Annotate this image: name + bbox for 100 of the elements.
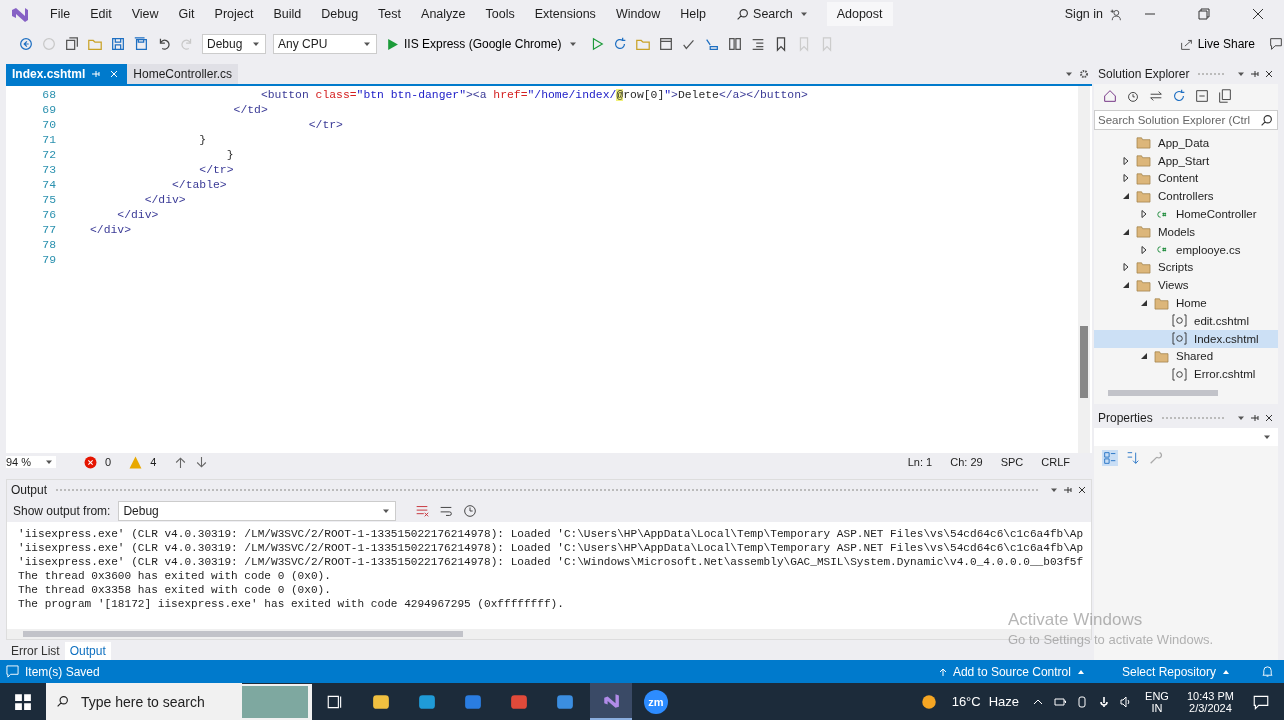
file-explorer-icon[interactable] — [372, 692, 390, 711]
save-all-icon[interactable] — [133, 36, 149, 52]
clock-time[interactable]: 10:43 PM — [1186, 689, 1234, 702]
account-icon[interactable] — [1109, 7, 1122, 21]
scrollbar[interactable] — [1078, 86, 1090, 453]
tree-item[interactable]: Scripts — [1094, 258, 1278, 277]
tree-item[interactable]: Controllers — [1094, 187, 1278, 206]
caret-icon[interactable] — [1237, 70, 1245, 78]
caret-icon[interactable] — [569, 40, 578, 48]
tree-item[interactable]: Models — [1094, 223, 1278, 241]
panel-tab[interactable]: Output — [64, 642, 111, 660]
menu-item[interactable]: Analyze — [411, 7, 476, 21]
source-control-button[interactable]: Add to Source Control — [929, 663, 1094, 680]
menu-item[interactable]: Test — [368, 7, 412, 21]
tree-item[interactable]: Shared — [1094, 347, 1278, 366]
repository-button[interactable]: Select Repository — [1115, 663, 1239, 680]
input-region[interactable]: IN — [1151, 701, 1163, 714]
tree-item[interactable]: Content — [1094, 169, 1278, 188]
collapsed-arrow-icon[interactable] — [1122, 263, 1130, 272]
expanded-arrow-icon[interactable] — [1122, 281, 1130, 290]
caret-icon[interactable] — [1263, 433, 1271, 441]
menu-item[interactable]: Build — [263, 7, 312, 21]
close-icon[interactable] — [1265, 70, 1273, 78]
columns-icon[interactable] — [727, 36, 744, 52]
down-arrow-icon[interactable] — [195, 455, 209, 469]
pin-icon[interactable] — [1251, 70, 1259, 78]
search-field[interactable]: Search Solution Explorer (Ctrl — [1094, 110, 1278, 130]
tree-item[interactable]: emplooye.cs — [1094, 240, 1278, 259]
search-button[interactable]: Search — [726, 7, 821, 21]
close-icon[interactable] — [1078, 486, 1086, 494]
menu-item[interactable]: Edit — [80, 7, 122, 21]
pin-icon[interactable] — [1251, 414, 1259, 422]
collapse-all-icon[interactable] — [1194, 88, 1210, 104]
pin-icon[interactable] — [1064, 486, 1072, 494]
feedback-icon[interactable] — [1268, 36, 1284, 52]
collapsed-arrow-icon[interactable] — [1140, 245, 1148, 254]
up-arrow-icon[interactable] — [938, 667, 947, 676]
menu-item[interactable]: Help — [670, 7, 717, 21]
configuration-dropdown[interactable]: Debug — [202, 34, 266, 54]
collapsed-arrow-icon[interactable] — [1140, 210, 1148, 219]
play-icon[interactable] — [386, 37, 399, 51]
back-icon[interactable] — [18, 36, 34, 52]
output-source-dropdown[interactable]: Debug — [118, 501, 397, 521]
caret-icon[interactable] — [382, 507, 391, 515]
sync-icon[interactable] — [1148, 88, 1164, 104]
sort-icon[interactable] — [1125, 450, 1141, 466]
search-icon[interactable] — [56, 695, 69, 708]
clear-all-icon[interactable] — [414, 503, 431, 519]
search-icon[interactable] — [736, 7, 750, 21]
expanded-arrow-icon[interactable] — [1122, 227, 1130, 236]
taskbar-search-field[interactable]: Type here to search — [79, 692, 242, 711]
share-icon[interactable] — [1179, 37, 1193, 51]
browser-icon[interactable] — [418, 692, 436, 711]
run-button[interactable]: IIS Express (Google Chrome) — [384, 37, 583, 51]
microphone-icon[interactable] — [1098, 695, 1111, 708]
expanded-arrow-icon[interactable] — [1140, 299, 1148, 308]
camera-icon[interactable] — [1076, 695, 1089, 708]
sign-in-link[interactable]: Sign in — [1064, 7, 1103, 21]
zoom-dropdown[interactable]: 94 % — [6, 456, 56, 468]
menu-item[interactable]: Extensions — [524, 7, 606, 21]
menu-item[interactable]: Debug — [311, 7, 369, 21]
menu-item[interactable]: File — [40, 7, 81, 21]
save-icon[interactable] — [110, 36, 126, 52]
categorized-icon[interactable] — [1102, 450, 1118, 466]
tree-item[interactable]: App_Data — [1094, 134, 1278, 152]
tree-item[interactable]: Home — [1094, 294, 1278, 312]
search-icon[interactable] — [1260, 113, 1273, 127]
clock-icon[interactable] — [462, 503, 479, 519]
close-icon[interactable] — [1265, 414, 1273, 422]
refresh-icon[interactable] — [1171, 88, 1187, 104]
caret-icon[interactable] — [363, 40, 371, 48]
mail-icon[interactable] — [556, 692, 574, 711]
input-language[interactable]: ENG — [1145, 689, 1169, 702]
restore-icon[interactable] — [1198, 8, 1210, 20]
tree-item[interactable]: Index.cshtml — [1094, 329, 1278, 348]
expanded-arrow-icon[interactable] — [1140, 352, 1148, 361]
windows-start-icon[interactable] — [14, 692, 32, 711]
expanded-arrow-icon[interactable] — [1122, 192, 1130, 201]
tree-item[interactable]: Error.cshtml — [1094, 365, 1278, 384]
document-tab[interactable]: HomeController.cs — [127, 64, 239, 84]
copy-icon[interactable] — [1217, 88, 1233, 104]
error-icon[interactable] — [84, 455, 97, 469]
menu-item[interactable]: Window — [605, 7, 671, 21]
caret-icon[interactable] — [45, 458, 53, 466]
live-share-button[interactable]: Live Share — [1173, 36, 1261, 52]
menu-item[interactable]: Tools — [475, 7, 525, 21]
caret-icon[interactable] — [1237, 414, 1245, 422]
store-icon[interactable] — [464, 692, 482, 711]
panel-tab[interactable]: Error List — [6, 642, 65, 660]
close-icon[interactable] — [1252, 8, 1264, 20]
new-project-icon[interactable] — [64, 36, 80, 52]
clock-date[interactable]: 2/3/2024 — [1189, 701, 1232, 714]
caret-icon[interactable] — [1050, 486, 1058, 494]
taskbar-search-box[interactable]: Type here to search — [46, 683, 242, 720]
up-arrow-icon[interactable] — [174, 455, 188, 469]
tree-item[interactable]: edit.cshtml — [1094, 311, 1278, 330]
tree-item[interactable]: Views — [1094, 276, 1278, 295]
platform-dropdown[interactable]: Any CPU — [273, 34, 377, 54]
menu-item[interactable]: Git — [168, 7, 205, 21]
caret-icon[interactable] — [799, 10, 808, 18]
